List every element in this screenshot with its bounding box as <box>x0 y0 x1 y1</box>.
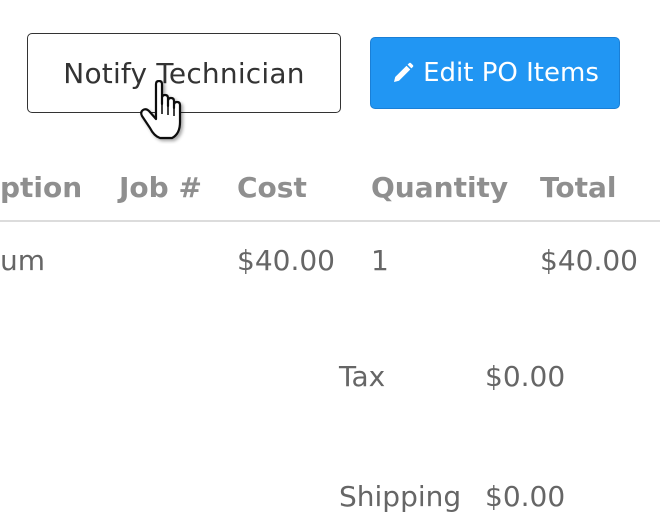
cell-cost: $40.00 <box>237 244 335 277</box>
tax-value: $0.00 <box>485 360 566 393</box>
cell-quantity: 1 <box>371 244 389 277</box>
column-header-description[interactable]: ption <box>0 168 82 208</box>
notify-technician-label: Notify Technician <box>63 56 305 90</box>
table-header-divider <box>0 220 660 222</box>
column-header-cost[interactable]: Cost <box>237 168 307 208</box>
shipping-value: $0.00 <box>485 480 566 513</box>
edit-po-items-button[interactable]: Edit PO Items <box>370 37 620 109</box>
shipping-label: Shipping <box>339 480 462 513</box>
po-items-page: Notify Technician Edit PO Items ption Jo… <box>0 0 660 522</box>
column-header-job-number[interactable]: Job # <box>119 168 202 208</box>
cell-total: $40.00 <box>540 244 638 277</box>
notify-technician-button[interactable]: Notify Technician <box>27 33 341 113</box>
cell-description: um <box>0 244 46 277</box>
edit-po-items-label: Edit PO Items <box>423 58 599 88</box>
tax-label: Tax <box>339 360 386 393</box>
pencil-icon <box>391 61 415 85</box>
column-header-total[interactable]: Total <box>540 168 617 208</box>
column-header-quantity[interactable]: Quantity <box>371 168 508 208</box>
